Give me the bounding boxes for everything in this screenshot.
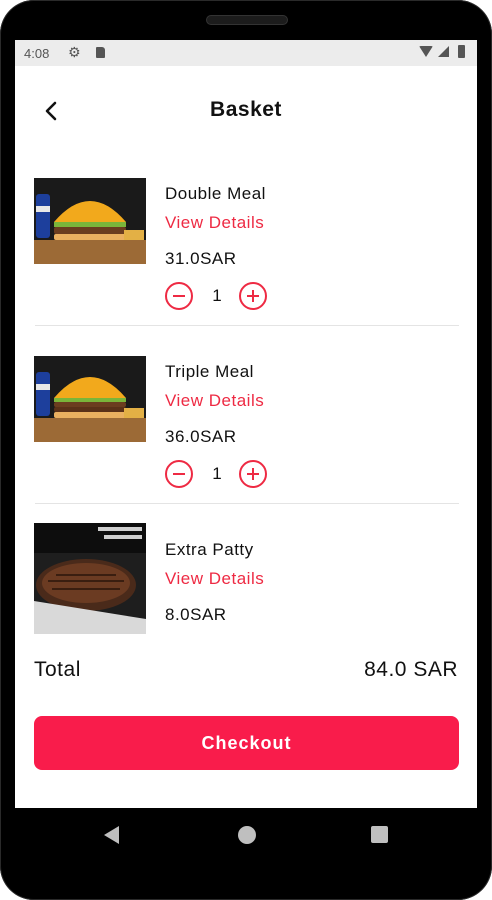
total-label: Total	[34, 658, 81, 681]
item-name: Triple Meal	[165, 362, 254, 381]
item-divider	[35, 503, 459, 504]
decrease-quantity-button[interactable]	[165, 460, 193, 488]
view-details-link[interactable]: View Details	[165, 569, 264, 589]
home-circle-icon[interactable]	[238, 826, 256, 844]
minus-icon	[173, 295, 185, 297]
increase-quantity-button[interactable]	[239, 282, 267, 310]
settings-icon: ⚙	[68, 44, 81, 60]
device-frame: 4:08 ⚙ Basket Double Meal View Details 3…	[0, 0, 492, 900]
item-image	[34, 356, 146, 442]
view-details-link[interactable]: View Details	[165, 213, 264, 233]
basket-list[interactable]: Double Meal View Details 31.0SAR 1 Tripl…	[15, 156, 477, 634]
quantity-stepper: 1	[165, 282, 275, 314]
minus-icon	[173, 473, 185, 475]
item-name: Double Meal	[165, 184, 266, 203]
quantity-stepper: 1	[165, 460, 275, 492]
system-nav-bar	[0, 808, 492, 900]
total-value: 84.0 SAR	[364, 658, 458, 681]
recents-square-icon[interactable]	[371, 826, 388, 843]
item-price: 31.0SAR	[165, 249, 237, 268]
plus-icon-stem	[252, 290, 254, 302]
speaker-grille	[206, 15, 288, 25]
item-divider	[35, 325, 459, 326]
plus-icon-stem	[252, 468, 254, 480]
battery-icon	[458, 45, 465, 58]
item-image	[34, 178, 146, 264]
basket-item: Triple Meal View Details 36.0SAR 1	[15, 334, 477, 512]
wifi-icon	[419, 46, 433, 57]
item-price: 36.0SAR	[165, 427, 237, 446]
basket-item: Double Meal View Details 31.0SAR 1	[15, 156, 477, 334]
back-triangle-icon[interactable]	[104, 826, 119, 844]
signal-icon	[438, 46, 449, 57]
app-bar: Basket	[15, 66, 477, 156]
item-price: 8.0SAR	[165, 605, 227, 624]
item-name: Extra Patty	[165, 540, 254, 559]
basket-item: Extra Patty View Details 8.0SAR 1	[15, 512, 477, 634]
quantity-value: 1	[212, 464, 222, 483]
page-title: Basket	[210, 98, 282, 121]
quantity-value: 1	[212, 286, 222, 305]
item-image	[34, 523, 146, 634]
decrease-quantity-button[interactable]	[165, 282, 193, 310]
status-time: 4:08	[24, 46, 50, 61]
status-bar: 4:08 ⚙	[15, 40, 477, 66]
view-details-link[interactable]: View Details	[165, 391, 264, 411]
app-screen: 4:08 ⚙ Basket Double Meal View Details 3…	[15, 40, 477, 808]
increase-quantity-button[interactable]	[239, 460, 267, 488]
sd-card-icon	[96, 47, 105, 58]
checkout-button[interactable]: Checkout	[34, 716, 459, 770]
